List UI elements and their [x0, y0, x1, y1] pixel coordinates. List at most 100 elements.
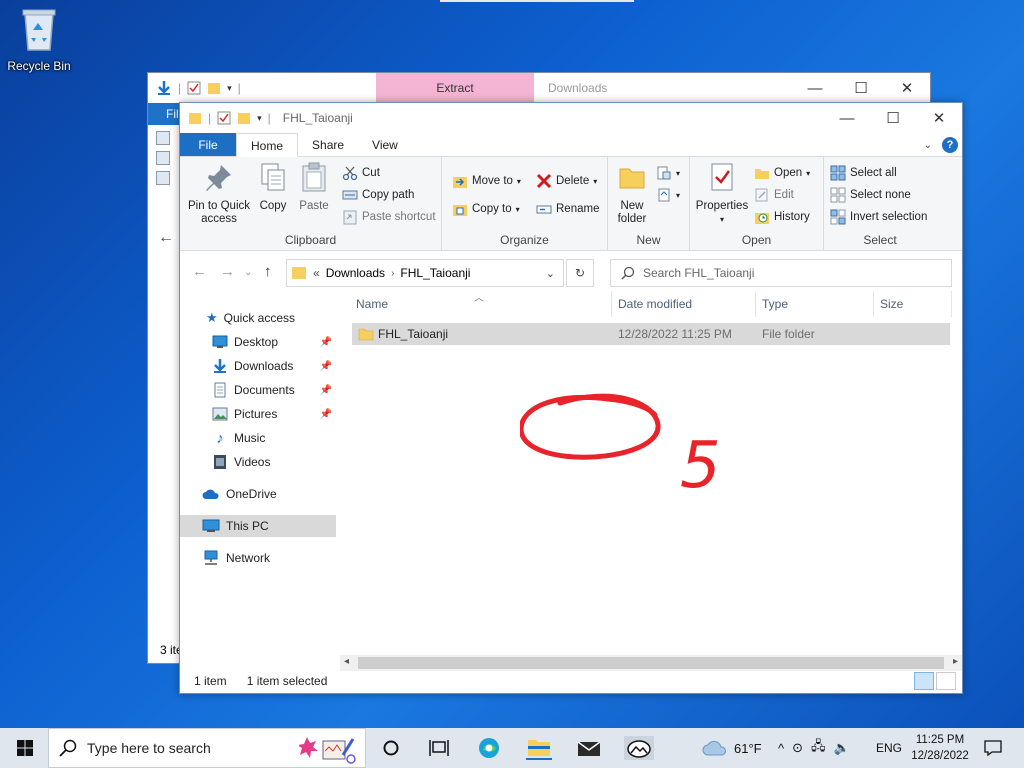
table-row[interactable]: FHL_Taioanji 12/28/2022 11:25 PM File fo… [352, 323, 950, 345]
taskbar: Type here to search 61°F ^ ⊙ 🖧 🔈 ENG 11:… [0, 728, 1024, 768]
taskbar-search-placeholder: Type here to search [87, 740, 211, 756]
edge-browser-button[interactable] [476, 736, 502, 760]
chevron-down-icon[interactable]: ▾ [227, 83, 232, 94]
volume-icon[interactable]: 🔈 [834, 740, 850, 756]
nav-item-network[interactable]: Network [180, 547, 336, 569]
back-arrow-icon[interactable]: ← [192, 263, 207, 280]
new-folder-button[interactable]: New folder [612, 161, 652, 226]
breadcrumb-downloads[interactable]: Downloads [326, 266, 385, 280]
photos-app-button[interactable] [624, 736, 654, 760]
network-tray-icon[interactable]: 🖧 [811, 737, 826, 759]
open-button[interactable]: Open ▾ [754, 165, 810, 181]
taskbar-search-input[interactable]: Type here to search [48, 728, 366, 768]
nav-item-desktop[interactable]: Desktop 📌 [180, 331, 336, 353]
paste-button[interactable]: Paste [294, 161, 334, 213]
column-header-type[interactable]: Type [756, 291, 874, 317]
chevron-down-icon[interactable]: ⌄ [924, 140, 932, 151]
nav-item-videos[interactable]: Videos [180, 451, 336, 473]
column-header-name[interactable]: Name ︿ [350, 291, 612, 317]
nav-item-quick-access[interactable]: ★ Quick access [180, 307, 336, 329]
large-icons-view-icon[interactable] [936, 672, 956, 690]
extract-tab[interactable]: Extract [376, 73, 534, 103]
pin-icon[interactable]: 📌 [320, 385, 332, 396]
paste-shortcut-button[interactable]: Paste shortcut [342, 209, 436, 225]
language-indicator[interactable]: ENG [876, 728, 902, 768]
nav-item-documents[interactable]: Documents 📌 [180, 379, 336, 401]
scrollbar-thumb[interactable] [358, 657, 944, 669]
address-bar[interactable]: « Downloads › FHL_Taioanji ⌄ [286, 259, 564, 287]
back-window-titlebar[interactable]: | ▾ | Extract Downloads — ☐ ✕ [148, 73, 930, 103]
properties-button[interactable]: Properties ▾ [694, 161, 750, 226]
pin-icon[interactable]: 📌 [320, 409, 332, 420]
close-button[interactable]: ✕ [884, 73, 930, 103]
minimize-button[interactable]: — [792, 73, 838, 103]
file-explorer-button[interactable] [526, 736, 552, 760]
cut-button[interactable]: Cut [342, 165, 380, 181]
tab-view[interactable]: View [358, 133, 412, 156]
clock[interactable]: 11:25 PM 12/28/2022 [906, 732, 974, 764]
recent-locations-chevron-icon[interactable]: ⌄ [244, 267, 252, 278]
details-view-icon[interactable] [914, 672, 934, 690]
scroll-left-icon[interactable]: ◂ [344, 656, 349, 667]
pin-quick-access-button[interactable]: Pin to Quick access [184, 161, 254, 226]
task-view-icon-button[interactable] [426, 736, 452, 760]
meet-now-icon[interactable]: ⊙ [792, 740, 803, 756]
recycle-bin[interactable]: Recycle Bin [4, 6, 74, 73]
nav-item-music[interactable]: ♪ Music [180, 427, 336, 449]
copy-to-button[interactable]: Copy to ▾ [452, 201, 520, 217]
search-input[interactable]: Search FHL_Taioanji [610, 259, 952, 287]
minimize-button[interactable]: — [824, 103, 870, 133]
back-window-quick-access: | ▾ | [148, 80, 376, 96]
close-button[interactable]: ✕ [916, 103, 962, 133]
back-arrow-icon[interactable]: ← [158, 229, 174, 247]
rename-button[interactable]: Rename [536, 201, 599, 217]
tab-home[interactable]: Home [236, 133, 299, 157]
delete-button[interactable]: Delete ▾ [536, 173, 597, 189]
pin-icon[interactable]: 📌 [320, 361, 332, 372]
up-arrow-icon[interactable]: ↑ [264, 263, 272, 280]
nav-item-downloads[interactable]: Downloads 📌 [180, 355, 336, 377]
clipboard-group: Pin to Quick access Copy Paste Cut Copy … [180, 157, 442, 251]
notifications-button[interactable] [980, 736, 1006, 760]
explorer-window[interactable]: | ▾ | FHL_Taioanji — ☐ ✕ File Home Share… [179, 102, 963, 694]
tab-file[interactable]: File [180, 133, 236, 156]
chevron-down-icon[interactable]: ⌄ [546, 267, 555, 280]
weather-widget[interactable]: 61°F [702, 728, 762, 768]
invert-selection-icon [830, 209, 846, 225]
column-header-date-modified[interactable]: Date modified [612, 291, 756, 317]
properties-icon[interactable] [217, 111, 231, 125]
easy-access-button[interactable]: ▾ [656, 187, 680, 203]
help-icon[interactable]: ? [942, 137, 958, 153]
maximize-button[interactable]: ☐ [838, 73, 884, 103]
nav-item-onedrive[interactable]: OneDrive [180, 483, 336, 505]
tab-share[interactable]: Share [298, 133, 358, 156]
copy-button[interactable]: Copy [256, 161, 290, 213]
forward-arrow-icon[interactable]: → [220, 263, 235, 280]
chevron-down-icon[interactable]: ▾ [257, 113, 262, 124]
select-none-button[interactable]: Select none [830, 187, 911, 203]
pin-icon[interactable]: 📌 [320, 337, 332, 348]
breadcrumb-overflow[interactable]: « [313, 266, 320, 280]
mail-button[interactable] [576, 736, 602, 760]
copy-path-button[interactable]: Copy path [342, 187, 414, 203]
nav-item-pictures[interactable]: Pictures 📌 [180, 403, 336, 425]
back-window-file-tab[interactable]: File [148, 103, 180, 125]
column-header-size[interactable]: Size [874, 291, 952, 317]
history-button[interactable]: History [754, 209, 810, 225]
select-all-button[interactable]: Select all [830, 165, 897, 181]
refresh-button[interactable]: ↻ [566, 259, 594, 287]
chevron-up-icon[interactable]: ^ [778, 741, 784, 756]
new-item-button[interactable]: ▾ [656, 165, 680, 181]
edit-button[interactable]: Edit [754, 187, 794, 203]
move-to-button[interactable]: Move to ▾ [452, 173, 521, 189]
maximize-button[interactable]: ☐ [870, 103, 916, 133]
breadcrumb-current[interactable]: FHL_Taioanji [400, 266, 470, 280]
invert-selection-button[interactable]: Invert selection [830, 209, 927, 225]
breadcrumb-separator-icon[interactable]: › [391, 268, 394, 279]
start-button[interactable] [12, 736, 38, 760]
task-view-button[interactable] [378, 736, 404, 760]
new-folder-icon[interactable] [237, 111, 251, 125]
nav-item-this-pc[interactable]: This PC [180, 515, 336, 537]
scroll-right-icon[interactable]: ▸ [953, 656, 958, 667]
window-titlebar[interactable]: | ▾ | FHL_Taioanji — ☐ ✕ [180, 103, 962, 133]
